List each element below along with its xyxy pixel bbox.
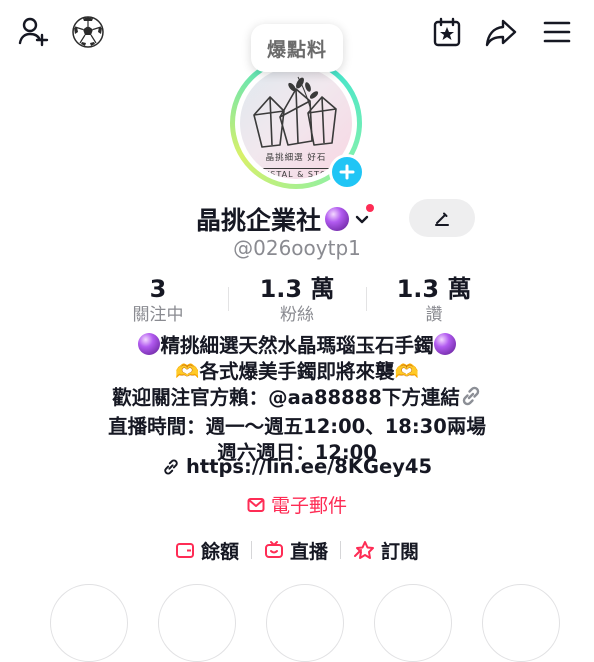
action-divider bbox=[340, 541, 341, 559]
highlight-circle[interactable] bbox=[50, 584, 128, 662]
mail-icon bbox=[247, 497, 265, 513]
notification-dot bbox=[366, 204, 375, 212]
stat-label: 關注中 bbox=[132, 305, 184, 325]
heart-hands-icon: 🫶 bbox=[394, 360, 419, 383]
link-icon bbox=[162, 458, 180, 476]
follow-plus-button[interactable] bbox=[329, 154, 365, 190]
wallet-button[interactable]: 餘額 bbox=[175, 537, 239, 564]
stat-label: 讚 bbox=[425, 305, 443, 325]
action-label: 直播 bbox=[289, 540, 328, 563]
add-friend-icon[interactable] bbox=[16, 14, 52, 50]
crystal-ball-icon bbox=[138, 333, 161, 355]
account-switch-button[interactable] bbox=[353, 204, 375, 228]
subscribe-icon bbox=[353, 540, 375, 560]
bio-text: 精挑細選天然水晶瑪瑙玉石手鐲 bbox=[160, 334, 434, 357]
bio-text: 各式爆美手鐲即將來襲 bbox=[199, 360, 395, 383]
bio-line: 直播時間：週一～週五12:00、18:30兩場 bbox=[108, 415, 486, 438]
bio-line: 🫶各式爆美手鐲即將來襲🫶 bbox=[0, 359, 594, 385]
stat-label: 粉絲 bbox=[280, 305, 314, 325]
stat-divider bbox=[228, 287, 229, 311]
action-label: 餘額 bbox=[200, 540, 239, 563]
profile-link[interactable]: https://lin.ee/8KGey45 bbox=[0, 455, 594, 478]
crystal-ball-icon bbox=[325, 206, 350, 232]
calendar-star-icon[interactable] bbox=[429, 14, 465, 50]
bio-line: 精挑細選天然水晶瑪瑙玉石手鐲 bbox=[0, 333, 594, 359]
profile-name-row: 晶挑企業社 bbox=[196, 199, 375, 239]
stat-following[interactable]: 3 關注中 bbox=[93, 274, 223, 326]
hamburger-menu-icon[interactable] bbox=[539, 14, 575, 50]
profile-bio: 精挑細選天然水晶瑪瑙玉石手鐲 🫶各式爆美手鐲即將來襲🫶 歡迎關注官方賴：@aa8… bbox=[0, 333, 594, 466]
pencil-icon bbox=[435, 212, 449, 226]
email-label: 電子郵件 bbox=[270, 495, 347, 517]
stat-divider bbox=[366, 287, 367, 311]
crystal-ball-icon bbox=[433, 333, 456, 355]
email-button[interactable]: 電子郵件 bbox=[0, 491, 594, 518]
action-divider bbox=[250, 541, 252, 559]
edit-profile-button[interactable] bbox=[409, 199, 475, 237]
bio-line: 歡迎關注官方賴：@aa88888下方連結 bbox=[0, 385, 594, 414]
stat-value: 1.3 萬 bbox=[396, 275, 472, 303]
highlight-circle[interactable] bbox=[374, 584, 452, 662]
stat-value: 3 bbox=[149, 275, 167, 303]
stat-followers[interactable]: 1.3 萬 粉絲 bbox=[232, 274, 362, 326]
profile-name: 晶挑企業社 bbox=[196, 206, 322, 235]
profile-handle: @026ooytp1 bbox=[233, 236, 361, 260]
highlight-circle[interactable] bbox=[482, 584, 560, 662]
wallet-icon bbox=[175, 541, 195, 559]
highlight-circle[interactable] bbox=[158, 584, 236, 662]
live-button[interactable]: 直播 bbox=[264, 537, 328, 564]
action-label: 訂閱 bbox=[381, 540, 420, 563]
subscribe-button[interactable]: 訂閱 bbox=[353, 537, 419, 564]
bio-text: 歡迎關注官方賴：@aa88888下方連結 bbox=[112, 386, 460, 409]
live-tv-icon bbox=[264, 540, 284, 560]
share-arrow-icon[interactable] bbox=[483, 14, 519, 50]
stat-value: 1.3 萬 bbox=[259, 275, 335, 303]
action-row: 餘額 直播 訂閱 bbox=[0, 536, 594, 564]
soccer-ball-icon[interactable] bbox=[70, 14, 106, 50]
highlight-circle[interactable] bbox=[266, 584, 344, 662]
link-text: https://lin.ee/8KGey45 bbox=[185, 455, 433, 478]
hot-bubble[interactable]: 爆點料 bbox=[251, 24, 343, 72]
chain-link-icon bbox=[460, 385, 482, 414]
stat-likes[interactable]: 1.3 萬 讚 bbox=[369, 274, 499, 326]
heart-hands-icon: 🫶 bbox=[175, 360, 200, 383]
chevron-down-icon bbox=[355, 215, 369, 224]
